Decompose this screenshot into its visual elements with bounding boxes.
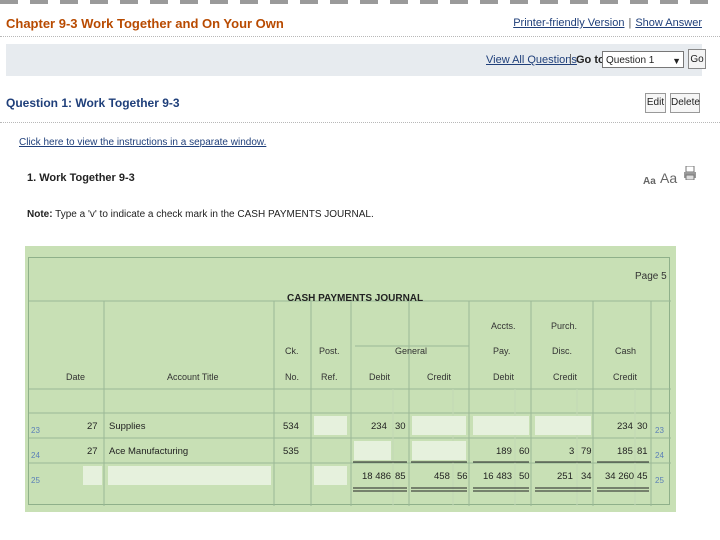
check-number-cell[interactable]: 534 [283,421,299,432]
note-body: Type a 'v' to indicate a check mark in t… [52,209,374,220]
view-all-questions-link[interactable]: View All Questions [486,54,577,66]
header-post: Post. [319,346,340,356]
font-size-large-button[interactable]: Aa [660,170,677,186]
line-number: 25 [31,476,40,485]
note-label: Note: [27,209,53,220]
general-debit-cents[interactable]: 85 [395,471,406,482]
line-number-right: 23 [655,426,664,435]
line-number: 24 [31,451,40,460]
ap-debit-dollars[interactable]: 16 483 [483,471,512,482]
line-number-right: 25 [655,476,664,485]
header-cash: Cash [615,346,637,356]
header-no: No. [285,372,300,382]
header-ap-debit: Debit [493,372,515,382]
edit-button[interactable]: Edit [645,93,666,113]
purch-disc-cents[interactable]: 79 [581,446,592,457]
header-general-debit: Debit [369,372,391,382]
dropdown-arrow-icon: ▼ [672,56,681,66]
header-general: General [395,346,428,356]
problem-title: 1. Work Together 9-3 [27,172,135,184]
goto-question-select[interactable]: Question 1 ▼ [602,51,684,68]
printer-friendly-link[interactable]: Printer-friendly Version [513,17,624,29]
note-text: Note: Type a 'v' to indicate a check mar… [27,209,374,220]
font-size-small-button[interactable]: Aa [643,176,656,187]
header-pd-credit: Credit [553,372,578,382]
purch-disc-input[interactable] [535,416,591,435]
print-icon[interactable] [684,166,696,180]
account-title-cell[interactable]: Supplies [109,421,145,432]
link-separator: | [628,17,632,29]
date-day[interactable]: 27 [87,421,98,432]
question-title: Question 1: Work Together 9-3 [6,96,180,110]
cash-credit-dollars[interactable]: 234 [617,421,633,432]
chapter-title: Chapter 9-3 Work Together and On Your Ow… [6,16,284,31]
cash-credit-cents[interactable]: 81 [637,446,648,457]
general-debit-input[interactable] [354,441,391,460]
cash-credit-dollars[interactable]: 34 260 [605,471,634,482]
top-links: Printer-friendly Version | Show Answer [513,17,702,29]
general-debit-dollars[interactable]: 234 [371,421,387,432]
goto-selected-value: Question 1 [606,55,655,66]
header-purch: Purch. [551,321,578,331]
general-credit-input[interactable] [412,441,466,460]
ap-debit-cents[interactable]: 50 [519,471,530,482]
show-answer-link[interactable]: Show Answer [635,17,702,29]
question-nav-bar: View All Questions | Go to: Question 1 ▼… [6,44,706,76]
divider [0,122,720,123]
header-general-credit: Credit [427,372,452,382]
account-title-cell[interactable]: Ace Manufacturing [109,446,188,457]
date-day[interactable]: 27 [87,446,98,457]
date-day-input[interactable] [83,466,102,485]
nav-separator: | [569,53,572,65]
instructions-link[interactable]: Click here to view the instructions in a… [19,137,266,148]
header-ref: Ref. [321,372,338,382]
top-dashed-border [0,0,720,4]
purch-disc-dollars[interactable]: 3 [569,446,574,457]
line-number-right: 24 [655,451,664,460]
header-ck: Ck. [285,346,299,356]
general-debit-cents[interactable]: 30 [395,421,406,432]
header-account-title: Account Title [167,372,219,382]
purch-disc-cents[interactable]: 34 [581,471,592,482]
header-date: Date [66,372,86,382]
account-title-input[interactable] [108,466,271,485]
check-number-cell[interactable]: 535 [283,446,299,457]
journal-title: CASH PAYMENTS JOURNAL [287,293,424,304]
journal-frame: Page 5 CASH PAYMENTS JOURNAL Accts. Purc… [28,257,671,506]
divider [0,36,720,37]
ap-debit-cents[interactable]: 60 [519,446,530,457]
general-credit-cents[interactable]: 56 [457,471,468,482]
purch-disc-dollars[interactable]: 251 [557,471,573,482]
general-credit-input[interactable] [412,416,466,435]
ap-debit-input[interactable] [473,416,529,435]
cash-payments-journal: Page 5 CASH PAYMENTS JOURNAL Accts. Purc… [25,246,676,512]
header-disc: Disc. [552,346,572,356]
post-ref-input[interactable] [314,466,347,485]
general-credit-dollars[interactable]: 458 [434,471,450,482]
ap-debit-dollars[interactable]: 189 [496,446,512,457]
go-button[interactable]: Go [688,49,706,69]
cash-credit-cents[interactable]: 30 [637,421,648,432]
post-ref-input[interactable] [314,416,347,435]
delete-button[interactable]: Delete [670,93,700,113]
journal-page: Page 5 [635,271,667,282]
cash-credit-dollars[interactable]: 185 [617,446,633,457]
header-accts: Accts. [491,321,516,331]
header-pay: Pay. [493,346,511,356]
cash-credit-cents[interactable]: 45 [637,471,648,482]
line-number: 23 [31,426,40,435]
header-cash-credit: Credit [613,372,638,382]
general-debit-dollars[interactable]: 18 486 [362,471,391,482]
